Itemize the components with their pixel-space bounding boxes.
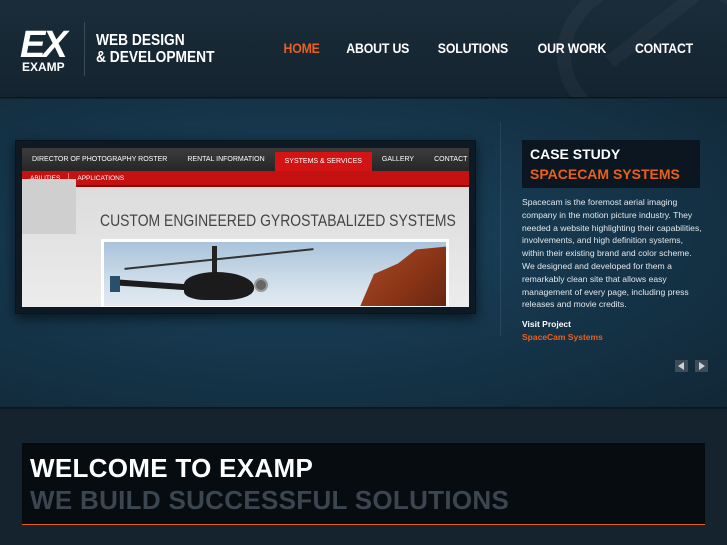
logo-name-text: EXAMP	[22, 60, 65, 74]
main-nav: HOME ABOUT US SOLUTIONS OUR WORK CONTACT	[281, 40, 697, 56]
screenshot-nav-item: CONTACT	[434, 156, 468, 163]
helicopter-body	[184, 272, 254, 300]
arrow-left-icon	[678, 362, 684, 370]
site-header: EX EXAMP WEB DESIGN & DEVELOPMENT HOME A…	[0, 0, 727, 98]
screenshot-nav: DIRECTOR OF PHOTOGRAPHY ROSTER RENTAL IN…	[22, 148, 469, 171]
screenshot-nav-item: DIRECTOR OF PHOTOGRAPHY ROSTER	[32, 156, 168, 163]
case-study-label: CASE STUDY	[530, 146, 621, 162]
slide-divider	[500, 122, 501, 336]
helicopter-photo	[101, 239, 449, 307]
helicopter-rotor	[124, 248, 314, 270]
screenshot-subnav: ABILITIES APPLICATIONS	[22, 171, 469, 187]
case-study-description: Spacecam is the foremost aerial imaging …	[522, 197, 702, 310]
nav-our-work[interactable]: OUR WORK	[538, 40, 607, 56]
case-study-title: SPACECAM SYSTEMS	[530, 166, 680, 182]
logo[interactable]: EX EXAMP	[20, 26, 78, 74]
tagline-line-1: WEB DESIGN	[96, 32, 185, 49]
helicopter-tail	[113, 279, 195, 291]
tagline: WEB DESIGN & DEVELOPMENT	[96, 32, 215, 66]
screenshot-side-box	[22, 179, 76, 234]
helicopter-tailfin	[110, 276, 120, 292]
arrow-right-icon	[699, 362, 705, 370]
nav-home[interactable]: HOME	[283, 40, 319, 56]
logo-ex-text: EX	[20, 24, 68, 66]
helicopter-mast	[212, 246, 217, 274]
slider-prev-button[interactable]	[675, 360, 688, 372]
visit-project-link[interactable]: SpaceCam Systems	[522, 332, 603, 342]
screenshot-heading: CUSTOM ENGINEERED GYROSTABALIZED SYSTEMS	[100, 211, 456, 230]
screenshot-nav-item: RENTAL INFORMATION	[187, 156, 265, 163]
screenshot-nav-item-active: SYSTEMS & SERVICES	[274, 152, 372, 171]
screenshot-nav-item: GALLERY	[381, 156, 415, 163]
project-screenshot[interactable]: DIRECTOR OF PHOTOGRAPHY ROSTER RENTAL IN…	[22, 148, 469, 307]
slider-next-button[interactable]	[695, 360, 708, 372]
rock-formation	[356, 246, 446, 306]
nav-about-us[interactable]: ABOUT US	[346, 40, 409, 56]
screenshot-subnav-item: APPLICATIONS	[77, 174, 125, 182]
helicopter-camera	[254, 278, 268, 292]
tagline-line-2: & DEVELOPMENT	[96, 49, 215, 66]
case-study-header: CASE STUDY SPACECAM SYSTEMS	[522, 140, 700, 188]
welcome-title: WELCOME TO EXAMP	[30, 453, 314, 483]
welcome-box: WELCOME TO EXAMP WE BUILD SUCCESSFUL SOL…	[22, 443, 705, 525]
nav-contact[interactable]: CONTACT	[635, 40, 693, 56]
visit-project-label: Visit Project	[522, 319, 571, 329]
nav-solutions[interactable]: SOLUTIONS	[438, 40, 508, 56]
logo-divider	[84, 22, 85, 76]
welcome-subtitle: WE BUILD SUCCESSFUL SOLUTIONS	[30, 485, 510, 515]
